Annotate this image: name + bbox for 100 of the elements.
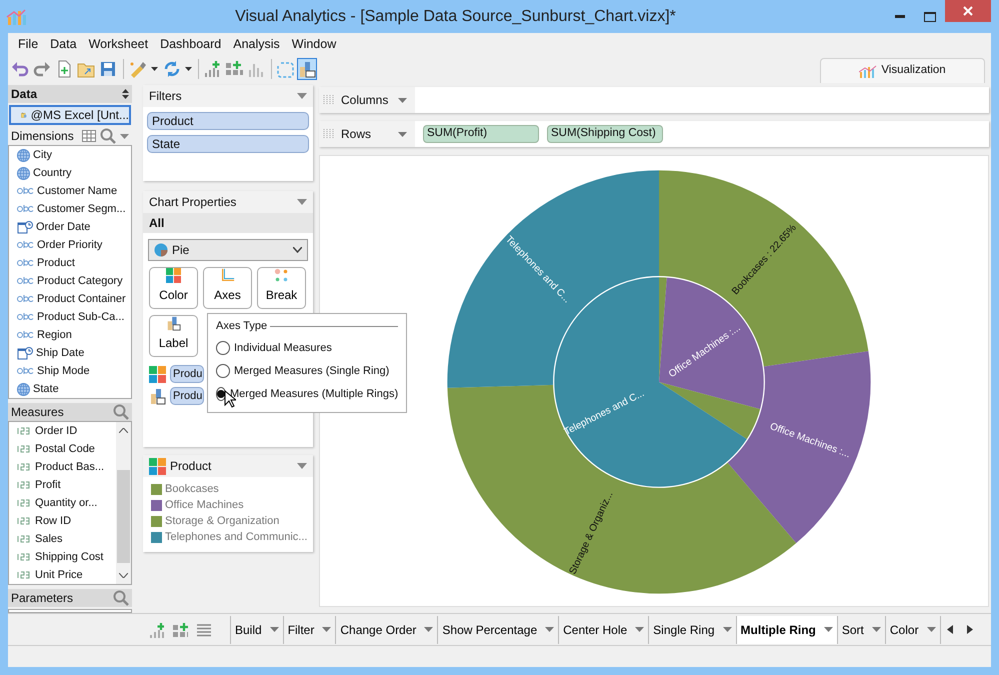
field-item[interactable]: Product Container — [9, 290, 131, 308]
menu-item[interactable]: Dashboard — [154, 34, 228, 54]
scroll-left-icon[interactable] — [946, 625, 953, 634]
field-item[interactable]: Product Bas... — [9, 458, 116, 476]
menu-item[interactable]: Window — [286, 34, 342, 54]
label-button[interactable]: Label — [149, 315, 198, 357]
menu-item[interactable]: File — [12, 34, 44, 54]
globe-icon — [17, 382, 30, 396]
number-type-icon — [17, 553, 32, 561]
columns-icon — [323, 94, 335, 106]
dropdown-caret-icon[interactable] — [398, 132, 407, 136]
axes-button[interactable]: Axes — [203, 267, 252, 309]
dropdown-caret-icon[interactable] — [297, 463, 307, 469]
menu-item[interactable]: Worksheet — [82, 34, 154, 54]
field-item[interactable]: Ship Mode — [9, 362, 131, 380]
scroll-down-icon[interactable] — [119, 573, 128, 578]
number-type-icon — [17, 571, 32, 579]
scrollbar[interactable] — [116, 422, 131, 584]
add-grid-icon[interactable] — [172, 622, 188, 638]
maximize-icon — [924, 12, 936, 22]
measure-pill[interactable]: SUM(Profit) — [423, 125, 539, 143]
dropdown-caret-icon — [824, 627, 833, 632]
filter-pill[interactable]: Product — [147, 112, 309, 130]
menu-item[interactable]: Analysis — [227, 34, 286, 54]
field-item[interactable]: Profit — [9, 476, 116, 494]
field-item[interactable]: City — [9, 146, 131, 164]
radio-option[interactable]: Individual Measures — [216, 336, 398, 360]
label-icon — [298, 60, 316, 78]
dropdown-caret-icon[interactable] — [297, 93, 307, 99]
field-item[interactable]: Customer Name — [9, 182, 131, 200]
panel-title: Filters — [149, 88, 183, 105]
pie-icon — [154, 243, 168, 257]
field-item[interactable]: Shipping Cost — [9, 548, 116, 566]
list-icon[interactable] — [196, 622, 212, 636]
field-item[interactable]: Country — [9, 164, 131, 182]
section-title: Parameters — [11, 590, 74, 607]
shelf-label: Rows — [341, 126, 372, 143]
outer-ring-segment[interactable] — [727, 351, 871, 544]
radio-option[interactable]: Merged Measures (Single Ring) — [216, 360, 398, 382]
dropdown-caret-icon[interactable] — [297, 199, 307, 205]
window-title: Visual Analytics - [Sample Data Source_Sunburst_Chart.vizx]* — [234, 6, 677, 26]
field-pill[interactable]: Produ — [170, 365, 204, 383]
table-icon — [82, 130, 96, 142]
close-button[interactable] — [945, 0, 991, 22]
menu-item[interactable]: Data — [44, 34, 83, 54]
field-item[interactable]: Unit Price — [9, 566, 116, 584]
search-icon[interactable] — [100, 128, 116, 144]
dropdown-caret-icon[interactable] — [120, 134, 129, 138]
minimize-icon — [895, 15, 905, 18]
field-pill[interactable]: Produ — [170, 387, 204, 405]
field-item[interactable]: Region — [9, 326, 131, 344]
number-type-icon — [17, 463, 32, 471]
chart-logo-icon — [859, 64, 878, 78]
add-chart-icon — [203, 60, 221, 78]
chevron-down-icon — [293, 247, 302, 253]
number-type-icon — [17, 427, 32, 435]
outer-ring-segment[interactable] — [447, 384, 796, 594]
sheet-tab[interactable]: Multiple Ring — [736, 616, 837, 644]
field-item[interactable]: Product — [9, 254, 131, 272]
search-icon[interactable] — [113, 404, 129, 420]
filter-pill[interactable]: State — [147, 135, 309, 153]
break-button[interactable]: Break — [257, 267, 306, 309]
dropdown-caret-icon[interactable] — [398, 98, 407, 102]
field-item[interactable]: Order Date — [9, 218, 131, 236]
number-type-icon — [17, 445, 32, 453]
scroll-thumb[interactable] — [117, 470, 130, 563]
field-item[interactable]: Postal Code — [9, 440, 116, 458]
field-item[interactable]: Order ID — [9, 422, 116, 440]
field-item[interactable]: Quantity or... — [9, 494, 116, 512]
section-title: Measures — [11, 404, 65, 421]
outer-ring-segment[interactable] — [447, 170, 659, 388]
calendar-icon — [17, 220, 33, 234]
sort-icon — [122, 89, 129, 99]
toolbar-button[interactable] — [297, 58, 317, 80]
field-item[interactable]: Ship Date — [9, 344, 131, 362]
measure-pill[interactable]: SUM(Shipping Cost) — [547, 125, 663, 143]
dropdown-caret-icon — [545, 627, 554, 632]
field-item[interactable]: Order Priority — [9, 236, 131, 254]
add-chart-icon[interactable] — [148, 622, 164, 638]
visualization-tab[interactable]: Visualization — [820, 58, 985, 83]
field-item[interactable]: Row ID — [9, 512, 116, 530]
chart-type-select[interactable]: Pie — [148, 239, 308, 261]
chart-logo-icon — [6, 8, 26, 26]
field-item[interactable]: Sales — [9, 530, 116, 548]
search-icon[interactable] — [113, 590, 129, 606]
data-source-item[interactable]: @MS Excel [Unt... — [9, 105, 131, 125]
section-title: Dimensions — [11, 128, 75, 145]
shelf-label: Columns — [341, 92, 390, 109]
scroll-up-icon[interactable] — [119, 428, 128, 433]
dropdown-caret-icon — [424, 627, 434, 632]
number-type-icon — [17, 499, 32, 507]
field-item[interactable]: State — [9, 380, 131, 398]
field-item[interactable]: Product Sub-Ca... — [9, 308, 131, 326]
dropdown-caret-icon — [184, 67, 192, 71]
field-item[interactable]: Product Category — [9, 272, 131, 290]
scroll-right-icon[interactable] — [966, 625, 973, 634]
color-icon — [149, 366, 166, 382]
field-item[interactable]: Customer Segm... — [9, 200, 131, 218]
panel-title: Data — [11, 86, 38, 103]
color-button[interactable]: Color — [149, 267, 198, 309]
